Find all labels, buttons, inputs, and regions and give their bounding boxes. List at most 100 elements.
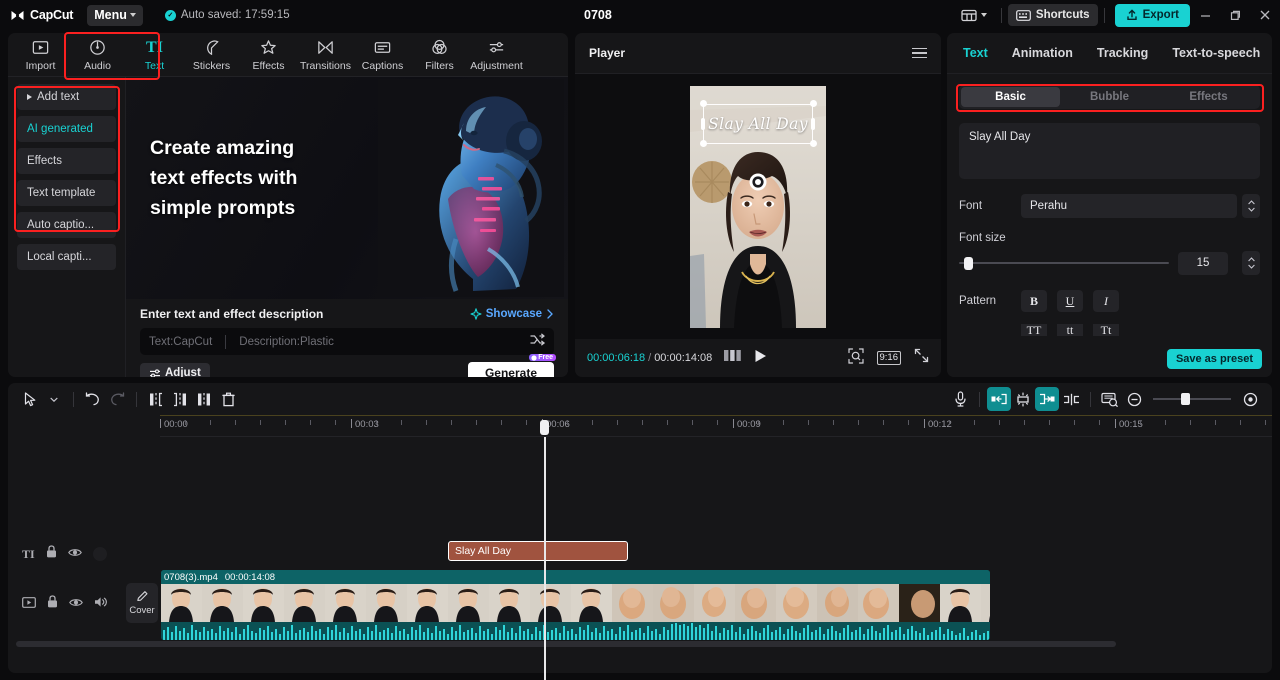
slider-knob[interactable] <box>964 256 973 270</box>
timeline-zoom-slider[interactable] <box>1153 393 1231 405</box>
showcase-link[interactable]: Showcase <box>470 308 554 320</box>
video-track-audio-button[interactable] <box>94 595 108 613</box>
zoom-out-button[interactable] <box>1122 387 1146 411</box>
play-button[interactable] <box>754 349 767 368</box>
tool-tab-import[interactable]: Import <box>12 38 69 76</box>
sidebar-item-effects[interactable]: Effects <box>17 148 116 174</box>
segment-effects[interactable]: Effects <box>1159 87 1258 107</box>
font-size-value[interactable]: 15 <box>1178 251 1228 275</box>
description-prompt-input[interactable]: Description:Plastic <box>239 336 334 348</box>
player-menu-button[interactable] <box>912 47 927 59</box>
text-prompt-input[interactable]: Text:CapCut <box>149 336 212 348</box>
close-button[interactable] <box>1250 0 1280 30</box>
timeline-toolbar <box>8 383 1272 415</box>
auto-fill-left-button[interactable] <box>987 387 1011 411</box>
zoom-fit-button[interactable] <box>847 347 864 369</box>
tool-tab-label: Transitions <box>300 60 351 72</box>
fullscreen-button[interactable] <box>914 348 929 368</box>
font-select[interactable]: Perahu <box>1021 194 1237 218</box>
video-track-visibility-button[interactable] <box>69 595 83 613</box>
sparkle-icon <box>470 308 482 320</box>
text-track-visibility-button[interactable] <box>67 545 82 563</box>
preview-scale-button[interactable] <box>1098 387 1122 411</box>
layout-icon <box>961 9 977 21</box>
case-button-3[interactable]: Tt <box>1093 324 1119 336</box>
font-stepper[interactable] <box>1242 194 1260 218</box>
sidebar-item-add-text[interactable]: Add text <box>17 84 116 110</box>
divider <box>1103 7 1105 23</box>
tool-tab-adjustment[interactable]: Adjustment <box>468 38 525 76</box>
minimize-button[interactable] <box>1190 0 1220 30</box>
video-clip[interactable]: 0708(3).mp4 00:00:14:08 <box>161 570 990 640</box>
delete-button[interactable] <box>216 387 240 411</box>
italic-button[interactable]: I <box>1093 290 1119 312</box>
video-preview[interactable]: Slay All Day <box>690 85 826 328</box>
tab-tracking[interactable]: Tracking <box>1097 46 1148 60</box>
select-tool-dropdown[interactable] <box>42 387 66 411</box>
sidebar-item-auto-captions[interactable]: Auto captio... <box>17 212 116 238</box>
underline-button[interactable]: U <box>1057 290 1083 312</box>
tab-text-to-speech[interactable]: Text-to-speech <box>1172 46 1260 60</box>
sidebar-item-local-captions[interactable]: Local capti... <box>17 244 116 270</box>
text-clip[interactable]: Slay All Day <box>448 541 628 561</box>
timeline-horizontal-scrollbar[interactable] <box>16 641 1116 647</box>
menu-label: Menu <box>94 8 127 22</box>
sidebar-item-text-template[interactable]: Text template <box>17 180 116 206</box>
tab-text[interactable]: Text <box>963 46 988 60</box>
auto-fill-right-button[interactable] <box>1035 387 1059 411</box>
frames-icon <box>724 350 742 361</box>
playhead[interactable] <box>540 420 549 680</box>
maximize-button[interactable] <box>1220 0 1250 30</box>
trim-right-button[interactable] <box>192 387 216 411</box>
frame-step-button[interactable] <box>724 349 742 367</box>
snap-button[interactable] <box>1011 387 1035 411</box>
undo-button[interactable] <box>81 387 105 411</box>
aspect-ratio-button[interactable]: 9:16 <box>876 351 901 365</box>
cover-button[interactable]: Cover <box>126 583 158 623</box>
save-as-preset-button[interactable]: Save as preset <box>1166 349 1262 369</box>
sidebar-item-ai-generated[interactable]: AI generated <box>17 116 116 142</box>
undo-icon <box>85 392 99 406</box>
font-size-slider[interactable] <box>959 256 1169 270</box>
split-at-playhead-button[interactable] <box>1059 387 1083 411</box>
prompt-input-row[interactable]: Text:CapCut Description:Plastic <box>140 328 554 355</box>
timeline-ruler[interactable]: 00:00 00:03 00:06 00:09 00:12 00:15 00:1… <box>160 415 1272 437</box>
playhead-handle[interactable] <box>540 420 549 435</box>
trim-left-button[interactable] <box>168 387 192 411</box>
zoom-knob[interactable] <box>1181 393 1190 405</box>
bold-button[interactable]: B <box>1021 290 1047 312</box>
adjust-button[interactable]: Adjust <box>140 362 210 377</box>
case-button-2[interactable]: tt <box>1057 324 1083 336</box>
case-button-1[interactable]: TT <box>1021 324 1047 336</box>
select-tool-button[interactable] <box>18 387 42 411</box>
text-overlay-selection[interactable]: Slay All Day <box>699 100 817 147</box>
record-voiceover-button[interactable] <box>948 387 972 411</box>
text-content-input[interactable]: Slay All Day <box>959 123 1260 179</box>
segment-basic[interactable]: Basic <box>961 87 1060 107</box>
split-button[interactable] <box>144 387 168 411</box>
tool-tab-audio[interactable]: Audio <box>69 38 126 76</box>
generate-button[interactable]: Generate <box>467 362 554 377</box>
trim-left-icon <box>174 392 186 406</box>
tool-tab-filters[interactable]: Filters <box>411 38 468 76</box>
shuffle-button[interactable] <box>530 333 546 351</box>
tool-tab-text[interactable]: TI Text <box>126 38 183 76</box>
export-button[interactable]: Export <box>1114 3 1190 27</box>
font-size-stepper[interactable] <box>1242 251 1260 275</box>
zoom-in-button[interactable] <box>1238 387 1262 411</box>
promo-headline-line1: Create amazing <box>150 137 295 159</box>
video-track-lock-button[interactable] <box>47 595 58 613</box>
text-track-lock-button[interactable] <box>46 545 57 563</box>
tool-tab-captions[interactable]: Captions <box>354 38 411 76</box>
tool-tab-transitions[interactable]: Transitions <box>297 38 354 76</box>
tool-tab-stickers[interactable]: Stickers <box>183 38 240 76</box>
filmstrip <box>161 584 990 622</box>
segment-bubble[interactable]: Bubble <box>1060 87 1159 107</box>
redo-button[interactable] <box>105 387 129 411</box>
shortcuts-button[interactable]: Shortcuts <box>1007 4 1098 26</box>
menu-button[interactable]: Menu <box>87 4 143 26</box>
tool-tab-effects[interactable]: Effects <box>240 38 297 76</box>
layout-button[interactable] <box>953 9 995 22</box>
tab-animation[interactable]: Animation <box>1012 46 1073 60</box>
sidebar-item-label: Text template <box>27 187 96 199</box>
